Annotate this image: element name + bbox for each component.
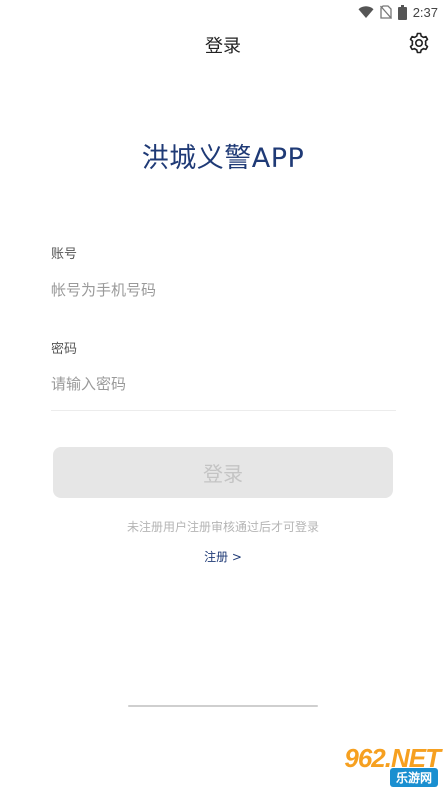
home-indicator[interactable] [128, 705, 318, 707]
password-input[interactable] [51, 368, 396, 400]
battery-icon [397, 4, 407, 20]
status-time: 2:37 [412, 4, 438, 20]
status-bar: 2:37 [0, 0, 446, 24]
account-label: 账号 [51, 247, 78, 262]
header: 登录 [0, 26, 446, 64]
wifi-icon [358, 5, 374, 19]
password-label: 密码 [51, 342, 78, 357]
login-screen: 2:37 登录 洪城义警APP 账号 密码 登录 未注册用户注册审核通过后才可登… [0, 0, 446, 793]
app-name: 洪城义警APP [141, 143, 305, 174]
watermark-logo: 962.NET 乐游网 [304, 743, 441, 787]
login-button[interactable]: 登录 [53, 447, 393, 498]
settings-button[interactable] [406, 32, 432, 58]
no-sim-icon [379, 5, 392, 19]
gear-icon [407, 31, 431, 59]
password-divider [51, 410, 396, 411]
register-hint: 未注册用户注册审核通过后才可登录 [126, 520, 319, 534]
page-title: 登录 [205, 36, 241, 57]
watermark-bottom: 乐游网 [389, 768, 438, 787]
register-link[interactable]: 注册 > [0, 548, 446, 565]
account-input[interactable] [51, 274, 396, 306]
